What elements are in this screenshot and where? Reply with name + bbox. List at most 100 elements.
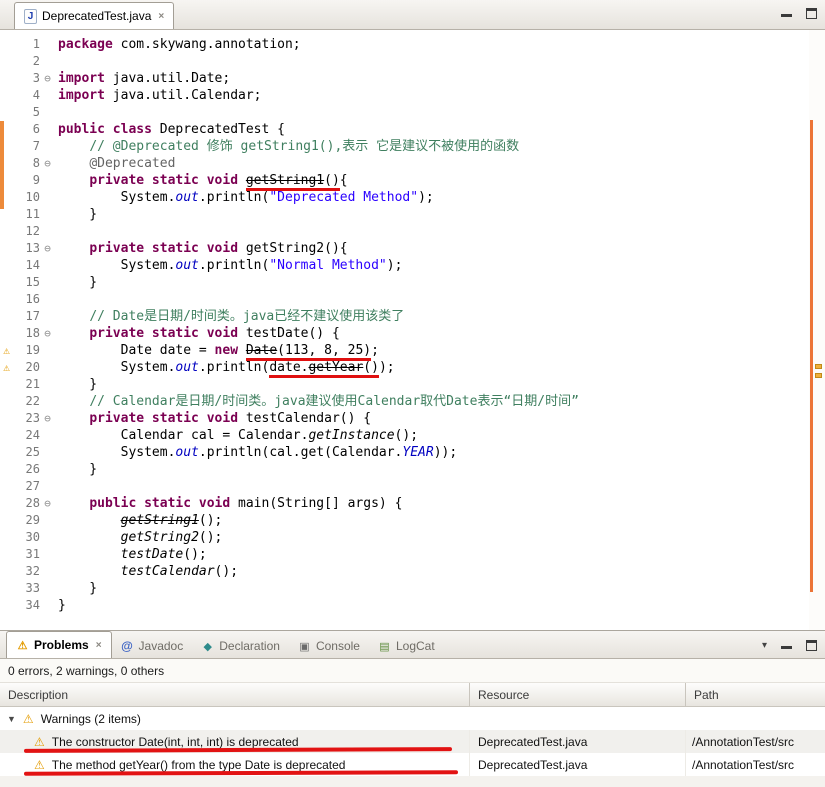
line-number: 19 — [25, 343, 40, 357]
code-line[interactable]: 15 } — [0, 274, 809, 291]
tab-console[interactable]: ▣ Console — [289, 634, 369, 658]
fold-collapse-icon[interactable]: ⊖ — [40, 155, 55, 172]
code-line[interactable]: 5 — [0, 104, 809, 121]
code-line[interactable]: ⚠ 20 System.out.println(date.getYear()); — [0, 359, 809, 376]
minimize-icon[interactable] — [781, 8, 792, 19]
code-line[interactable]: 21 } — [0, 376, 809, 393]
fold-collapse-icon[interactable]: ⊖ — [40, 325, 55, 342]
code-line[interactable]: 28 ⊖ public static void main(String[] arg… — [0, 495, 809, 512]
group-cell: ▼ ⚠ Warnings (2 items) — [0, 707, 825, 730]
code-text: // @Deprecated 修饰 getString1(),表示 它是建议不被… — [89, 139, 520, 154]
fold-collapse-icon[interactable]: ⊖ — [40, 70, 55, 87]
code-line[interactable]: 30 getString2(); — [0, 529, 809, 546]
code-line[interactable]: 31 testDate(); — [0, 546, 809, 563]
code-line[interactable]: 29 getString1(); — [0, 512, 809, 529]
warnings-group-row[interactable]: ▼ ⚠ Warnings (2 items) — [0, 707, 825, 730]
line-number: 5 — [32, 105, 40, 119]
editor-tab-deprecatedtest[interactable]: J DeprecatedTest.java × — [14, 2, 175, 29]
console-icon: ▣ — [299, 640, 310, 653]
code-line[interactable]: 32 testCalendar(); — [0, 563, 809, 580]
marker-column — [0, 410, 13, 427]
view-menu-icon[interactable]: ▾ — [762, 640, 767, 651]
code-line[interactable]: 17 // Date是日期/时间类。java已经不建议使用该类了 — [0, 308, 809, 325]
code-text: getString1(); — [120, 513, 223, 528]
code-line[interactable]: 34} — [0, 597, 809, 614]
ruler-warning-marker[interactable] — [815, 364, 822, 369]
code-line[interactable]: 11 } — [0, 206, 809, 223]
marker-column — [0, 478, 13, 495]
line-number: 3 — [32, 71, 40, 85]
code-line[interactable]: 33 } — [0, 580, 809, 597]
logcat-icon: ▤ — [379, 640, 390, 653]
code-lines[interactable]: 1 package com.skywang.annotation; 2 3 ⊖ impor… — [0, 30, 809, 630]
maximize-icon[interactable] — [806, 8, 817, 19]
code-line[interactable]: 9 private static void getString1(){ — [0, 172, 809, 189]
line-number: 2 — [32, 54, 40, 68]
code-line[interactable]: 27 — [0, 478, 809, 495]
code-text: private static void testCalendar() { — [89, 411, 372, 426]
code-line[interactable]: 26 } — [0, 461, 809, 478]
line-number: 32 — [25, 564, 40, 578]
expander-icon[interactable]: ▼ — [7, 714, 16, 724]
code-line[interactable]: 1 package com.skywang.annotation; — [0, 36, 809, 53]
code-text: System.out.println("Normal Method"); — [58, 258, 403, 273]
code-line[interactable]: 2 — [0, 53, 809, 70]
code-text: import java.util.Calendar; — [58, 88, 262, 103]
code-line[interactable]: 12 — [0, 223, 809, 240]
fold-column — [40, 393, 55, 410]
problem-description: The method getYear() from the type Date … — [51, 757, 346, 772]
group-label: Warnings (2 items) — [40, 711, 141, 726]
minimize-icon[interactable] — [781, 640, 792, 651]
tab-logcat[interactable]: ▤ LogCat — [369, 634, 444, 658]
resource-cell: DeprecatedTest.java — [470, 753, 686, 776]
code-text: System.out.println(date.getYear()); — [58, 360, 395, 375]
code-line[interactable]: 22 // Calendar是日期/时间类。java建议使用Calendar取代… — [0, 393, 809, 410]
close-icon[interactable]: × — [158, 11, 164, 22]
fold-collapse-icon[interactable]: ⊖ — [40, 410, 55, 427]
column-header-resource[interactable]: Resource — [470, 683, 686, 706]
code-line[interactable]: 7 // @Deprecated 修饰 getString1(),表示 它是建议… — [0, 138, 809, 155]
column-header-path[interactable]: Path — [686, 683, 825, 706]
line-number: 23 — [25, 411, 40, 425]
marker-column — [0, 291, 13, 308]
code-text: } — [58, 581, 98, 596]
line-number: 16 — [25, 292, 40, 306]
column-header-description[interactable]: Description — [0, 683, 470, 706]
warning-marker-icon[interactable]: ⚠ — [0, 359, 13, 376]
line-number: 14 — [25, 258, 40, 272]
code-line[interactable]: 10 System.out.println("Deprecated Method… — [0, 189, 809, 206]
fold-collapse-icon[interactable]: ⊖ — [40, 240, 55, 257]
code-text: private static void getString1(){ — [89, 173, 348, 188]
code-line[interactable]: 25 System.out.println(cal.get(Calendar.Y… — [0, 444, 809, 461]
marker-column — [0, 257, 13, 274]
code-line[interactable]: 4 import java.util.Calendar; — [0, 87, 809, 104]
code-line[interactable]: 13 ⊖ private static void getString2(){ — [0, 240, 809, 257]
code-line[interactable]: 8 ⊖ @Deprecated — [0, 155, 809, 172]
fold-column — [40, 359, 55, 376]
code-line[interactable]: ⚠ 19 Date date = new Date(113, 8, 25); — [0, 342, 809, 359]
line-number: 10 — [25, 190, 40, 204]
code-line[interactable]: 18 ⊖ private static void testDate() { — [0, 325, 809, 342]
code-line[interactable]: 16 — [0, 291, 809, 308]
maximize-icon[interactable] — [806, 640, 817, 651]
code-line[interactable]: 24 Calendar cal = Calendar.getInstance()… — [0, 427, 809, 444]
code-line[interactable]: 6 public class DeprecatedTest { — [0, 121, 809, 138]
warning-marker-icon[interactable]: ⚠ — [0, 342, 13, 359]
tab-problems[interactable]: ⚠ Problems × — [6, 631, 112, 658]
code-line[interactable]: 23 ⊖ private static void testCalendar() { — [0, 410, 809, 427]
fold-column — [40, 36, 55, 53]
close-icon[interactable]: × — [96, 640, 102, 651]
ruler-warning-marker[interactable] — [815, 373, 822, 378]
fold-column — [40, 563, 55, 580]
code-editor[interactable]: 1 package com.skywang.annotation; 2 3 ⊖ impor… — [0, 30, 825, 630]
code-text: // Calendar是日期/时间类。java建议使用Calendar取代Dat… — [89, 394, 579, 409]
marker-column — [0, 308, 13, 325]
tab-javadoc[interactable]: @ Javadoc — [112, 634, 193, 658]
tab-declaration[interactable]: ◆ Declaration — [192, 634, 289, 658]
code-line[interactable]: 14 System.out.println("Normal Method"); — [0, 257, 809, 274]
fold-column — [40, 121, 55, 138]
code-line[interactable]: 3 ⊖ import java.util.Date; — [0, 70, 809, 87]
fold-collapse-icon[interactable]: ⊖ — [40, 495, 55, 512]
